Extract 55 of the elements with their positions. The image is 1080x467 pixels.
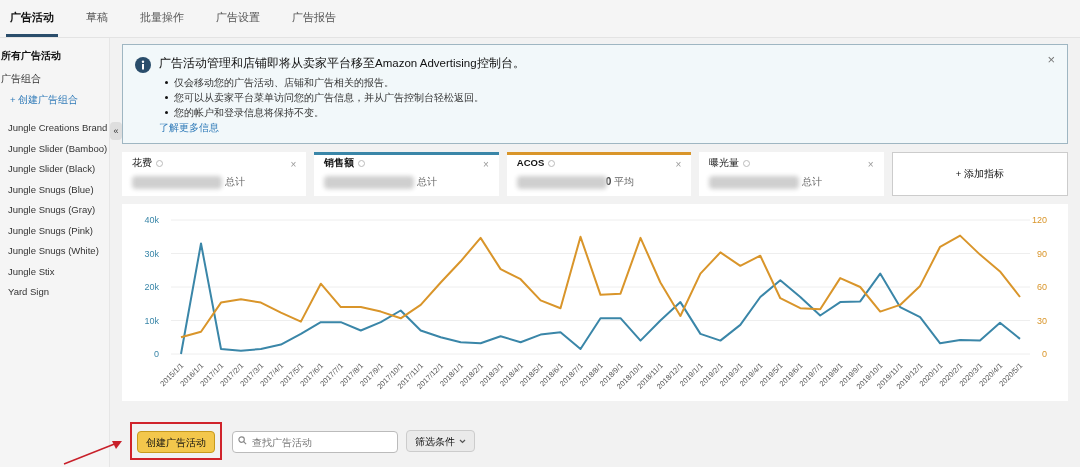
caret-icon — [459, 438, 466, 444]
axis-label: 0 — [1042, 349, 1047, 359]
metric-card[interactable]: 销售额 × 总计 — [314, 152, 499, 196]
add-metric-button[interactable]: + 添加指标 — [891, 152, 1069, 196]
axis-label: 40k — [144, 215, 159, 225]
sidebar-item[interactable]: Jungle Snugs (White) — [0, 244, 99, 265]
collapse-button[interactable]: « — [110, 122, 122, 140]
banner-bullet: 仅会移动您的广告活动、店铺和广告相关的报告。 — [174, 76, 394, 91]
bullet-icon — [165, 111, 168, 115]
tab[interactable]: 广告报告 — [288, 0, 340, 37]
metric-card[interactable]: ACOS × 0 平均 — [506, 152, 692, 196]
axis-label: 120 — [1031, 215, 1047, 225]
metric-suffix: 总计 — [802, 175, 823, 190]
sidebar-group-label[interactable]: 广告组合 — [0, 71, 109, 86]
tab[interactable]: 草稿 — [82, 0, 112, 37]
banner-bullet: 您的帐户和登录信息将保持不变。 — [174, 106, 324, 121]
sidebar-item[interactable]: Jungle Snugs (Gray) — [0, 203, 96, 224]
axis-label: 30k — [144, 248, 159, 259]
metric-suffix: 总计 — [417, 175, 438, 190]
metric-suffix: 总计 — [225, 175, 245, 190]
metric-label: 曝光量 — [709, 156, 740, 170]
sidebar-item[interactable]: Yard Sign — [0, 285, 49, 306]
sidebar-item[interactable]: Jungle Snugs (Pink) — [0, 223, 94, 245]
axis-label: 20k — [144, 282, 159, 292]
sidebar-item[interactable]: Jungle Slider (Bamboo) — [0, 141, 108, 163]
sidebar-item[interactable]: Jungle Stix — [0, 264, 55, 286]
metric-card[interactable]: 花费 × 总计 — [122, 152, 307, 196]
metric-label: ACOS — [516, 156, 545, 170]
close-button[interactable]: × — [1047, 53, 1055, 66]
metric-card[interactable]: 曝光量 × 总计 — [699, 152, 884, 196]
axis-label: 60 — [1037, 282, 1047, 292]
sidebar-item[interactable]: Jungle Slider (Black) — [0, 162, 96, 183]
filter-dropdown[interactable]: 筛选条件 — [406, 430, 475, 452]
sidebar-item[interactable]: Jungle Snugs (Blue) — [0, 182, 94, 204]
bullet-icon — [165, 81, 168, 85]
banner-title: 广告活动管理和店铺即将从卖家平台移至Amazon Advertising控制台。 — [159, 56, 525, 71]
sidebar-item[interactable]: Jungle Creations Brand — [0, 121, 108, 142]
search-field[interactable]: 查找广告活动 — [232, 431, 398, 454]
axis-label: 10k — [144, 315, 159, 326]
sidebar-heading[interactable]: 所有广告活动 — [0, 48, 109, 63]
info-icon — [135, 57, 151, 73]
tab[interactable]: 批量操作 — [136, 0, 188, 37]
metric-suffix: 平均 — [614, 175, 635, 190]
tab[interactable]: 广告设置 — [212, 0, 264, 37]
axis-label: 30 — [1037, 315, 1047, 326]
banner-bullet: 您可以从卖家平台菜单访问您的广告信息，并从广告控制台轻松返回。 — [174, 91, 484, 106]
metric-value: 0 — [605, 175, 612, 190]
axis-label: 90 — [1037, 248, 1047, 259]
metric-label: 销售额 — [324, 156, 355, 170]
bullet-icon — [165, 96, 168, 100]
learn-more-link[interactable]: 了解更多信息 — [159, 120, 525, 136]
axis-label: 0 — [154, 349, 159, 359]
metric-label: 花费 — [132, 156, 152, 170]
create-campaign-button[interactable]: 创建广告活动 — [137, 431, 215, 454]
create-portfolio-link[interactable]: + 创建广告组合 — [0, 93, 109, 108]
